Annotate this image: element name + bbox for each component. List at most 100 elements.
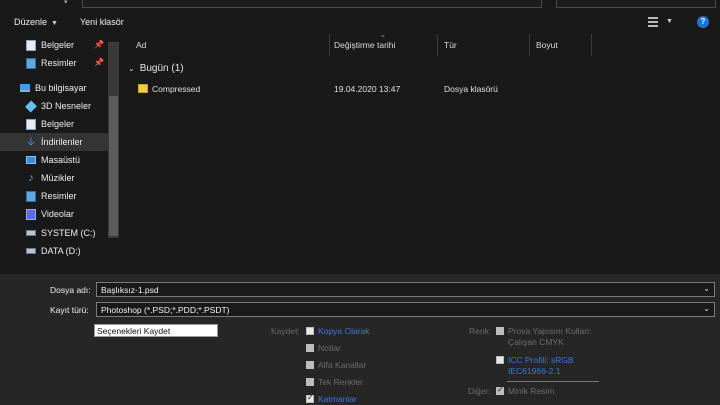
nav-item-label: Müzikler: [41, 173, 75, 183]
nav-item-belgeler-pinned[interactable]: Belgeler 📌: [0, 36, 108, 54]
nav-item-pictures[interactable]: Resimler: [0, 187, 108, 205]
new-folder-button[interactable]: Yeni klasör: [80, 17, 124, 27]
other-group-label: Diğer:: [468, 386, 491, 396]
checkbox-label: Minik Resim: [508, 386, 555, 396]
chevron-down-icon[interactable]: ⌄: [703, 304, 710, 313]
filename-label: Dosya adı:: [50, 285, 91, 295]
checkbox[interactable]: [306, 327, 314, 335]
column-header-size[interactable]: Boyut: [530, 34, 592, 56]
top-strip: ▾: [0, 0, 720, 12]
column-header-name[interactable]: Ad: [130, 34, 330, 56]
chevron-down-icon[interactable]: ▼: [666, 18, 673, 25]
checkbox-label: Katmanlar: [318, 394, 357, 404]
organize-button[interactable]: Düzenle ▼: [14, 17, 58, 27]
checkbox-thumbnail: Minik Resim: [496, 385, 555, 396]
save-options-pane: Dosya adı: Başlıksız-1.psd ⌄ Kayıt türü:…: [0, 274, 720, 405]
help-icon[interactable]: ?: [697, 16, 709, 28]
document-icon: [26, 118, 36, 130]
checkbox-label: Alfa Kanallar: [318, 360, 367, 370]
view-options-icon[interactable]: [648, 17, 660, 27]
filename-input[interactable]: Başlıksız-1.psd ⌄: [96, 282, 715, 297]
checkbox[interactable]: [496, 356, 504, 364]
checkbox-layers[interactable]: Katmanlar: [306, 393, 357, 404]
nav-item-3d-objects[interactable]: 3D Nesneler: [0, 97, 108, 115]
chevron-down-icon: ▼: [51, 20, 58, 27]
nav-item-label: SYSTEM (C:): [41, 228, 96, 238]
nav-item-label: Resimler: [41, 58, 77, 68]
document-icon: [26, 39, 36, 51]
checkbox-icc-profile[interactable]: ICC Profili: sRGB: [496, 355, 574, 365]
save-options-button[interactable]: Seçenekleri Kaydet: [94, 324, 218, 337]
download-icon: 🡣: [27, 135, 35, 148]
folder-icon: [138, 84, 153, 95]
nav-item-drive-d[interactable]: DATA (D:): [0, 242, 108, 260]
nav-item-drive-c[interactable]: SYSTEM (C:): [0, 224, 108, 242]
organize-label: Düzenle: [14, 17, 48, 27]
checkbox-copy[interactable]: Kopya Olarak: [306, 326, 370, 336]
file-type: Dosya klasörü: [444, 84, 498, 94]
checkbox: [306, 378, 314, 386]
navigation-pane: Belgeler 📌 Resimler 📌 Bu bilgisayar 3D N…: [0, 34, 120, 274]
color-group-label: Renk:: [469, 326, 492, 336]
nav-item-label: 3D Nesneler: [41, 101, 92, 111]
column-header-date[interactable]: Değiştirme tarihi: [328, 34, 438, 56]
checkbox-spot-colors: Tek Renkler: [306, 377, 363, 387]
nav-item-label: DATA (D:): [41, 246, 81, 256]
file-list: ⌄ Ad Değiştirme tarihi Tür Boyut ⌄ Bugün…: [122, 32, 720, 274]
nav-item-music[interactable]: ♪ Müzikler: [0, 169, 108, 187]
address-bar[interactable]: [82, 0, 542, 8]
checkbox-proof-setup: Prova Yapısını Kullan:: [496, 326, 591, 336]
checkbox[interactable]: [306, 393, 314, 403]
computer-icon: [20, 84, 30, 92]
pictures-icon: [26, 57, 36, 69]
proof-setup-value: Çalışan CMYK: [508, 337, 564, 347]
checkbox-label: Prova Yapısını Kullan:: [508, 326, 592, 336]
icc-profile-value: IEC61966-2.1: [508, 366, 561, 376]
group-header-today[interactable]: ⌄ Bugün (1): [128, 63, 184, 74]
recent-locations-icon[interactable]: ▾: [64, 0, 68, 6]
save-group-label: Kaydet:: [271, 326, 300, 336]
cube-icon: [25, 100, 37, 112]
checkbox-label: ICC Profili: sRGB: [508, 355, 574, 365]
nav-item-downloads[interactable]: 🡣 İndirilenler: [0, 133, 108, 151]
checkbox: [306, 361, 314, 369]
save-type-select[interactable]: Photoshop (*.PSD;*.PDD;*.PSDT) ⌄: [96, 302, 715, 317]
nav-item-videos[interactable]: Videolar: [0, 205, 108, 223]
chevron-down-icon: ⌄: [128, 64, 135, 73]
nav-item-this-pc[interactable]: Bu bilgisayar: [0, 79, 108, 97]
scrollbar-thumb[interactable]: [109, 96, 118, 236]
nav-item-label: Belgeler: [41, 119, 75, 129]
nav-item-label: Videolar: [41, 209, 74, 219]
folder-shape: [138, 84, 148, 93]
nav-item-desktop[interactable]: Masaüstü: [0, 151, 108, 169]
nav-item-label: Masaüstü: [41, 155, 81, 165]
music-icon: ♪: [28, 171, 34, 184]
checkbox: [496, 327, 504, 335]
nav-scrollbar[interactable]: [108, 42, 119, 238]
nav-item-label: Resimler: [41, 191, 77, 201]
checkbox-label: Tek Renkler: [318, 377, 363, 387]
nav-item-label: Belgeler: [41, 40, 75, 50]
drive-icon: [26, 230, 36, 236]
divider: [507, 381, 599, 382]
pictures-icon: [26, 190, 36, 202]
checkbox-notes: Notlar: [306, 343, 341, 353]
nav-item-label: Bu bilgisayar: [35, 83, 87, 93]
pin-icon: 📌: [94, 40, 104, 49]
nav-item-resimler-pinned[interactable]: Resimler 📌: [0, 54, 108, 72]
checkbox: [306, 344, 314, 352]
checkbox-label: Notlar: [318, 343, 341, 353]
filename-value: Başlıksız-1.psd: [101, 285, 159, 295]
checkbox-label: Kopya Olarak: [318, 326, 370, 336]
chevron-down-icon[interactable]: ⌄: [703, 284, 710, 293]
column-header-type[interactable]: Tür: [438, 34, 530, 56]
nav-item-documents[interactable]: Belgeler: [0, 115, 108, 133]
group-label: Bugün (1): [139, 63, 184, 74]
file-name: Compressed: [152, 84, 201, 94]
file-date: 19.04.2020 13:47: [334, 84, 401, 94]
table-row[interactable]: Compressed 19.04.2020 13:47 Dosya klasör…: [122, 81, 720, 97]
desktop-icon: [26, 156, 36, 164]
search-box[interactable]: [556, 0, 716, 8]
checkbox: [496, 385, 504, 395]
nav-item-label: İndirilenler: [41, 137, 83, 147]
